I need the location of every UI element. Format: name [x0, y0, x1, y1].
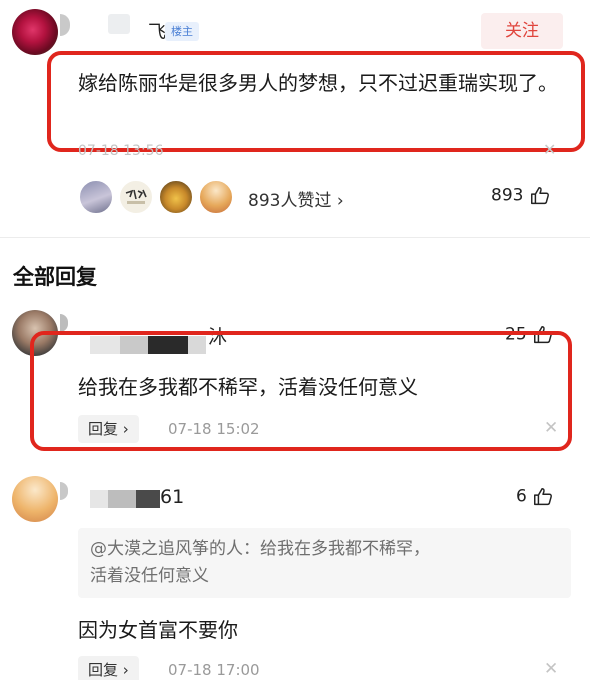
divider [0, 237, 590, 238]
quote-line: 活着没任何意义 [90, 566, 209, 586]
liker-avatar[interactable] [158, 179, 194, 215]
section-title: 全部回复 [13, 265, 97, 289]
like-control[interactable]: 6 [516, 486, 554, 508]
avatar[interactable] [12, 476, 58, 522]
calligraphy-icon [125, 189, 147, 204]
reply-button[interactable]: 回复 › [78, 656, 139, 680]
follow-button[interactable]: 关注 [481, 13, 563, 49]
close-icon[interactable]: ✕ [543, 140, 556, 159]
liker-avatar[interactable] [78, 179, 114, 215]
highlight-box [47, 51, 585, 152]
like-count: 893 [491, 185, 524, 206]
highlight-box [30, 331, 572, 451]
avatar-stack-edge [60, 482, 68, 500]
username-blurred [108, 490, 136, 508]
username-blurred [136, 490, 160, 508]
likes-summary-link[interactable]: 893人赞过 › [248, 186, 344, 211]
liker-avatar[interactable] [198, 179, 234, 215]
like-control[interactable]: 893 [491, 185, 551, 207]
comment-time: 07-18 13:56 [78, 143, 164, 159]
username-suffix[interactable]: 61 [160, 486, 184, 508]
comment-text: 因为女首富不要你 [78, 618, 238, 642]
quoted-reply[interactable]: @大漠之追风筝的人：给我在多我都不稀罕， 活着没任何意义 [78, 528, 571, 598]
liker-avatar[interactable] [118, 179, 154, 215]
comment-time: 07-18 17:00 [168, 661, 260, 679]
host-badge: 楼主 [165, 22, 199, 41]
thumbs-up-icon[interactable] [532, 486, 554, 508]
like-count: 6 [516, 486, 527, 507]
avatar-stack-edge [60, 314, 68, 332]
avatar-stack-edge [60, 14, 70, 36]
avatar[interactable] [12, 9, 58, 55]
thumbs-up-icon[interactable] [529, 185, 551, 207]
username-blurred [108, 14, 130, 34]
close-icon[interactable]: ✕ [544, 659, 558, 679]
username-blurred [90, 490, 108, 508]
quote-line: @大漠之追风筝的人：给我在多我都不稀罕， [90, 539, 430, 559]
username-suffix[interactable]: 飞 [148, 18, 166, 44]
